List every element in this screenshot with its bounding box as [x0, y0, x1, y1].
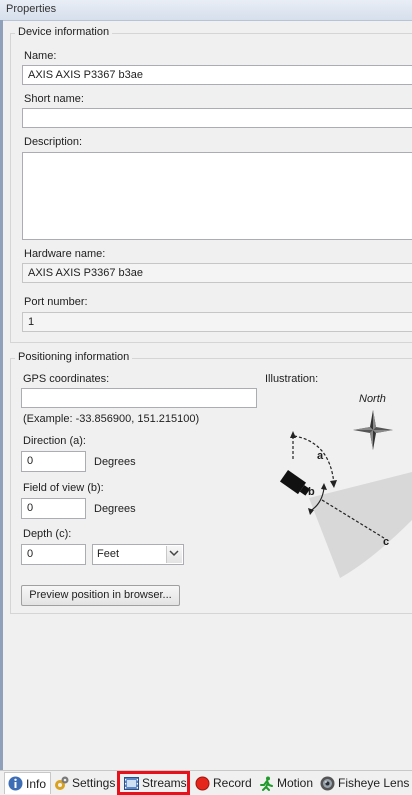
- short-name-label: Short name:: [24, 93, 84, 105]
- direction-label: Direction (a):: [23, 435, 86, 447]
- direction-field[interactable]: 0: [21, 451, 86, 472]
- depth-label: Depth (c):: [23, 528, 72, 540]
- direction-unit: Degrees: [94, 456, 136, 468]
- label-a: a: [317, 450, 324, 462]
- description-label: Description:: [24, 136, 83, 148]
- description-field[interactable]: [22, 152, 412, 240]
- gps-example-text: (Example: -33.856900, 151.215100): [23, 413, 200, 425]
- properties-tab-bar: Info Settings Streams Record Motion Fish…: [0, 770, 412, 795]
- info-icon: [8, 776, 23, 791]
- name-label: Name:: [24, 50, 57, 62]
- streams-icon: [124, 776, 139, 791]
- record-icon: [195, 776, 210, 791]
- label-b: b: [308, 486, 315, 498]
- port-number-label: Port number:: [24, 296, 88, 308]
- depth-field[interactable]: 0: [21, 544, 86, 565]
- tab-streams-label: Streams: [142, 776, 187, 790]
- label-c: c: [383, 536, 390, 548]
- short-name-field[interactable]: [22, 108, 412, 128]
- chevron-down-icon[interactable]: [166, 546, 182, 563]
- tab-record[interactable]: Record: [195, 773, 252, 793]
- tab-motion[interactable]: Motion: [259, 773, 313, 793]
- name-field[interactable]: AXIS AXIS P3367 b3ae: [22, 65, 412, 85]
- tab-info-label: Info: [26, 776, 47, 791]
- properties-title-bar: Properties: [0, 0, 412, 21]
- tab-settings[interactable]: Settings: [54, 773, 115, 793]
- device-information-legend: Device information: [15, 26, 113, 38]
- gps-coordinates-field[interactable]: [21, 388, 257, 408]
- tab-fisheye-lens[interactable]: Fisheye Lens: [320, 773, 409, 793]
- window-title: Properties: [6, 3, 57, 15]
- tab-info[interactable]: Info: [4, 772, 51, 794]
- tab-fisheye-lens-label: Fisheye Lens: [338, 776, 410, 790]
- field-of-view-unit: Degrees: [94, 503, 136, 515]
- depth-unit-select[interactable]: Feet: [92, 544, 184, 565]
- motion-icon: [259, 776, 274, 791]
- left-border: [0, 20, 3, 770]
- field-of-view-label: Field of view (b):: [23, 482, 104, 494]
- direction-arc: [293, 435, 335, 485]
- depth-unit-value: Feet: [97, 548, 120, 560]
- fisheye-lens-icon: [320, 776, 335, 791]
- north-label: North: [359, 393, 386, 405]
- tab-record-label: Record: [213, 776, 252, 790]
- tab-motion-label: Motion: [277, 776, 314, 790]
- port-number-field: 1: [22, 312, 412, 332]
- settings-icon: [54, 776, 69, 791]
- hardware-name-label: Hardware name:: [24, 248, 106, 260]
- tab-settings-label: Settings: [72, 776, 116, 790]
- illustration-label: Illustration:: [265, 373, 319, 385]
- preview-position-button[interactable]: Preview position in browser...: [21, 585, 180, 606]
- positioning-information-legend: Positioning information: [15, 351, 133, 363]
- gps-coordinates-label: GPS coordinates:: [23, 373, 110, 385]
- camera-icon: [279, 470, 311, 496]
- hardware-name-field: AXIS AXIS P3367 b3ae: [22, 263, 412, 283]
- field-of-view-field[interactable]: 0: [21, 498, 86, 519]
- camera-view-illustration: [279, 431, 412, 578]
- tab-streams[interactable]: Streams: [117, 771, 190, 795]
